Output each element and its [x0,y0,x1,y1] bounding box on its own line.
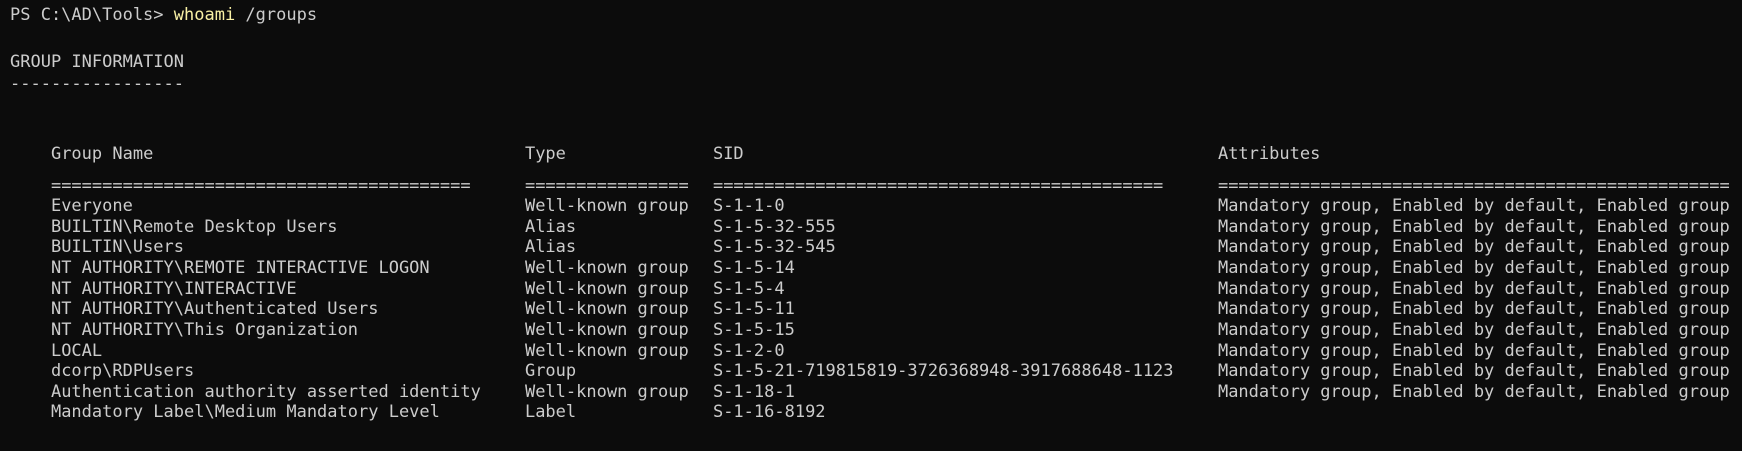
section-underline: ----------------- [10,74,184,94]
command-name: whoami [173,5,236,25]
section-title: GROUP INFORMATION [10,52,184,72]
table-row: BUILTIN\Users Alias S-1-5-32-545 Mandatory … [10,213,1730,257]
cell-attributes: Mandatory group, Enabled by default, Ena… [1217,382,1730,402]
command-args: /groups [235,5,318,25]
terminal-window[interactable]: PS C:\AD\Tools> whoami /groups GROUP INF… [0,0,1742,451]
table-row: NT AUTHORITY\Authenticated Users Well-kno… [10,275,1730,319]
cell-type: Label [524,402,577,422]
table-row: dcorp\RDPUsers Group S-1-5-21-719815819-37… [10,337,1730,381]
table-row: NT AUTHORITY\This Organization Well-known… [10,296,1730,340]
table-row: Everyone Well-known group S-1-1-0 Mandatory… [10,172,1730,216]
table-row: NT AUTHORITY\REMOTE INTERACTIVE LOGON Wel… [10,234,1730,278]
cell-sid: S-1-16-8192 [712,402,826,422]
prompt-line: PS C:\AD\Tools> whoami /groups [10,4,317,27]
table-header-row: Group Name Type SID Attributes [10,120,1320,164]
prompt-text: PS C:\AD\Tools> [10,5,174,25]
table-row: Mandatory Label\Medium Mandatory Level La… [10,378,1218,422]
cell-group-name: Mandatory Label\Medium Mandatory Level [50,402,440,422]
